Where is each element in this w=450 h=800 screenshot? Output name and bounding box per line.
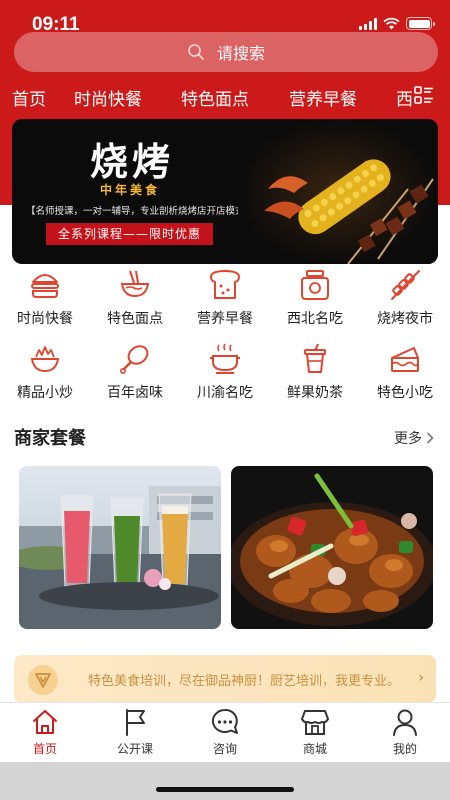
category-label: 烧烤夜市 [377, 311, 433, 327]
toast-icon [210, 270, 240, 299]
category-bbq[interactable]: 烧烤夜市 [360, 268, 450, 334]
category-snacks[interactable]: 特色小吃 [360, 342, 450, 408]
stir-fry-icon [30, 346, 60, 373]
category-milk-tea[interactable]: 鲜果奶茶 [270, 342, 360, 408]
banner-badge: 中年美食 [100, 183, 161, 197]
skewer-icon [391, 270, 420, 300]
more-label: 更多 [394, 431, 422, 447]
tab-label: 首页 [32, 742, 57, 756]
bottom-tab-bar: 首页 公开课 咨询 商城 我的 [0, 702, 450, 762]
store-icon [301, 710, 329, 735]
package-card-chicken[interactable] [231, 466, 433, 629]
vip-badge-icon [28, 665, 58, 695]
category-label: 精品小炒 [17, 385, 73, 401]
category-label: 特色面点 [107, 311, 163, 327]
juice-drinks-image [19, 466, 221, 629]
chevron-right-icon [426, 432, 434, 444]
category-label: 百年卤味 [107, 385, 163, 401]
burger-icon [31, 274, 59, 298]
search-bar[interactable]: 请搜索 [14, 32, 438, 72]
tab-label: 我的 [392, 742, 417, 756]
nav-item-home[interactable]: 首页 [12, 85, 46, 110]
category-label: 川渝名吃 [197, 385, 253, 401]
home-icon [33, 710, 57, 734]
search-icon [188, 44, 204, 60]
braised-chicken-image [231, 466, 433, 629]
signal-icon [359, 17, 377, 30]
home-indicator[interactable] [156, 787, 294, 792]
promo-banner[interactable]: 烧烤 中年美食 【名师授课，一对一辅导，专业剖析烧烤店开店模式】 全系列课程——… [12, 119, 438, 264]
chat-icon [211, 708, 238, 734]
flag-icon [126, 709, 145, 736]
jar-icon [301, 270, 329, 300]
category-sichuan[interactable]: 川渝名吃 [180, 342, 270, 408]
tab-home[interactable]: 首页 [10, 707, 80, 757]
banner-description: 【名师授课，一对一辅导，专业剖析烧烤店开店模式】 [26, 206, 255, 217]
nav-item-pastry[interactable]: 特色面点 [181, 85, 249, 110]
wifi-icon [383, 17, 400, 30]
grid-list-icon[interactable] [414, 86, 434, 104]
tab-shop[interactable]: 商城 [280, 707, 350, 757]
tab-label: 商城 [302, 742, 327, 756]
tab-consult[interactable]: 咨询 [190, 707, 260, 757]
category-label: 西北名吃 [287, 311, 343, 327]
notice-bar[interactable]: 特色美食培训，尽在御品神厨！厨艺培训，我更专业。 › [14, 655, 436, 703]
cake-icon [391, 347, 419, 372]
category-label: 时尚快餐 [17, 311, 73, 327]
category-fast-food[interactable]: 时尚快餐 [0, 268, 90, 334]
category-nav: 首页 时尚快餐 特色面点 营养早餐 西 [0, 82, 450, 112]
noodle-bowl-icon [120, 270, 150, 298]
section-more-link[interactable]: 更多 [394, 428, 434, 448]
category-braised[interactable]: 百年卤味 [90, 342, 180, 408]
category-pastry[interactable]: 特色面点 [90, 268, 180, 334]
hotpot-icon [210, 343, 240, 374]
notice-text: 特色美食培训，尽在御品神厨！厨艺培训，我更专业。 [88, 674, 401, 689]
milk-tea-icon [304, 343, 326, 373]
category-label: 营养早餐 [197, 311, 253, 327]
status-icons [359, 17, 435, 30]
chevron-right-icon: › [418, 670, 424, 686]
home-indicator-area [0, 762, 450, 800]
tab-label: 公开课 [116, 742, 153, 756]
tab-label: 咨询 [212, 742, 237, 756]
user-icon [393, 709, 417, 736]
nav-item-fast-food[interactable]: 时尚快餐 [74, 85, 142, 110]
package-card-drinks[interactable] [19, 466, 221, 629]
banner-title: 烧烤 [90, 139, 175, 184]
category-northwest[interactable]: 西北名吃 [270, 268, 360, 334]
banner-promo: 全系列课程——限时优惠 [46, 223, 214, 245]
nav-item-breakfast[interactable]: 营养早餐 [289, 85, 357, 110]
category-breakfast[interactable]: 营养早餐 [180, 268, 270, 334]
bbq-food-image [238, 119, 438, 264]
tab-profile[interactable]: 我的 [370, 707, 440, 757]
category-stir-fry[interactable]: 精品小炒 [0, 342, 90, 408]
search-placeholder: 请搜索 [216, 44, 265, 63]
category-label: 特色小吃 [377, 385, 433, 401]
app-screen: 09:11 请搜索 首页 时尚快餐 特色面点 营养早餐 西 烧烤 中年美食 【名… [0, 0, 450, 800]
category-label: 鲜果奶茶 [287, 385, 343, 401]
battery-icon [406, 17, 435, 30]
drumstick-icon [119, 345, 149, 374]
tab-courses[interactable]: 公开课 [100, 707, 170, 757]
section-title: 商家套餐 [14, 428, 86, 449]
nav-item-western[interactable]: 西 [396, 85, 413, 110]
